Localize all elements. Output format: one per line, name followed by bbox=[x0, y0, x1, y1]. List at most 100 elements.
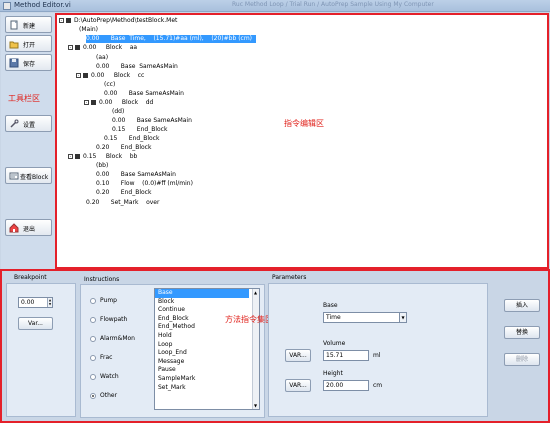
category-flowpath[interactable]: Flowpath bbox=[90, 316, 127, 323]
list-item[interactable]: SampleMark bbox=[155, 375, 259, 384]
block-icon bbox=[83, 73, 88, 78]
settings-button[interactable]: 设置 bbox=[5, 115, 52, 132]
chevron-down-icon[interactable]: ▼ bbox=[399, 313, 406, 322]
radio-icon bbox=[90, 316, 96, 323]
height-unit: cm bbox=[373, 382, 383, 389]
tree-row[interactable]: 0.00 Base SameAsMain bbox=[96, 171, 176, 179]
exit-button[interactable]: 退出 bbox=[5, 219, 52, 236]
open-button-label: 打开 bbox=[23, 42, 36, 49]
block-view-icon bbox=[9, 172, 19, 180]
category-watch[interactable]: Watch bbox=[90, 373, 119, 380]
list-item[interactable]: Set_Mark bbox=[155, 384, 259, 393]
list-item[interactable]: Message bbox=[155, 358, 259, 367]
replace-button[interactable]: 替换 bbox=[504, 326, 540, 339]
parameters-label: Parameters bbox=[272, 274, 307, 281]
tree-row-selected[interactable]: 0.00 Base Time, (15.71)#aa (ml), (20)#bb… bbox=[86, 35, 257, 43]
folder-icon bbox=[9, 41, 19, 49]
volume-var-button[interactable]: VAR... bbox=[285, 349, 311, 362]
breakpoint-label: Breakpoint bbox=[14, 274, 47, 281]
new-button-label: 新建 bbox=[23, 23, 36, 30]
radio-icon bbox=[90, 335, 96, 342]
block-icon bbox=[75, 154, 80, 159]
tree-row[interactable]: 0.00 Base SameAsMain bbox=[104, 90, 184, 98]
list-scrollbar[interactable]: ▲ ▼ bbox=[252, 289, 259, 409]
editor-area-annotation: 指令编辑区 bbox=[284, 119, 324, 128]
app-icon bbox=[3, 2, 11, 10]
background-window-title: Ruc Method Loop / Trial Run / AutoPrep S… bbox=[232, 1, 434, 8]
base-label: Base bbox=[323, 302, 338, 309]
tree-row-text: 0.15 Block bb bbox=[83, 153, 138, 160]
tree-row[interactable]: 0.20 End_Block bbox=[96, 144, 151, 152]
block-icon bbox=[91, 100, 96, 105]
list-item[interactable]: Loop bbox=[155, 341, 259, 350]
height-var-button[interactable]: VAR... bbox=[285, 379, 311, 392]
category-alarm-mon[interactable]: Alarm&Mon bbox=[90, 335, 135, 342]
file-icon bbox=[66, 18, 71, 23]
category-pump[interactable]: Pump bbox=[90, 297, 117, 304]
tree-row-block[interactable]: - 0.00 Block aa bbox=[68, 44, 137, 52]
save-button[interactable]: 保存 bbox=[5, 54, 52, 71]
collapse-icon[interactable]: - bbox=[84, 100, 89, 105]
breakpoint-input[interactable]: 0.00 ▲ ▼ bbox=[18, 297, 53, 308]
height-label: Height bbox=[323, 370, 343, 377]
tree-row[interactable]: 0.20 End_Block bbox=[96, 189, 151, 197]
new-button[interactable]: 新建 bbox=[5, 16, 52, 33]
toolbar-area-annotation: 工具栏区 bbox=[8, 94, 40, 103]
exit-button-label: 退出 bbox=[23, 226, 36, 233]
radio-selected-icon bbox=[90, 392, 96, 399]
scroll-down-icon[interactable]: ▼ bbox=[254, 403, 257, 408]
tree-row-block[interactable]: - 0.00 Block dd bbox=[84, 99, 153, 107]
category-frac[interactable]: Frac bbox=[90, 354, 112, 361]
delete-button[interactable]: 删除 bbox=[504, 353, 540, 366]
parameters-panel: Base Time ▼ Volume VAR... 15.71 ml Heigh… bbox=[268, 283, 488, 417]
tree-row[interactable]: 0.15 End_Block bbox=[104, 135, 159, 143]
height-input[interactable]: 20.00 bbox=[323, 380, 369, 391]
instruction-list[interactable]: Base Block Continue End_Block End_Method… bbox=[154, 288, 260, 410]
tree-row[interactable]: (bb) bbox=[96, 162, 108, 170]
settings-icon bbox=[10, 119, 19, 128]
tree-row-block[interactable]: - 0.00 Block cc bbox=[76, 72, 144, 80]
tree-row[interactable]: (dd) bbox=[112, 108, 124, 116]
window-title: Method Editor.vi bbox=[14, 1, 71, 9]
tree-row[interactable]: 0.00 Base SameAsMain bbox=[96, 63, 178, 71]
exit-icon bbox=[9, 223, 19, 233]
volume-input[interactable]: 15.71 bbox=[323, 350, 369, 361]
collapse-icon[interactable]: - bbox=[76, 73, 81, 78]
list-item[interactable]: Block bbox=[155, 298, 259, 307]
list-item[interactable]: Loop_End bbox=[155, 349, 259, 358]
collapse-icon[interactable]: - bbox=[68, 154, 73, 159]
tree-row[interactable]: (cc) bbox=[104, 81, 115, 89]
base-value: Time bbox=[326, 314, 341, 321]
tree-row[interactable]: (aa) bbox=[96, 54, 108, 62]
tree-row[interactable]: 0.00 Base SameAsMain bbox=[112, 117, 192, 125]
settings-button-label: 设置 bbox=[23, 122, 36, 129]
tree-row[interactable]: 0.10 Flow (0.0)#ff (ml/min) bbox=[96, 180, 193, 188]
category-label: Flowpath bbox=[100, 316, 128, 323]
insert-button[interactable]: 插入 bbox=[504, 299, 540, 312]
title-bar: Method Editor.vi Ruc Method Loop / Trial… bbox=[0, 0, 550, 12]
list-item[interactable]: Pause bbox=[155, 366, 259, 375]
collapse-icon[interactable]: - bbox=[68, 45, 73, 50]
open-button[interactable]: 打开 bbox=[5, 35, 52, 52]
new-file-icon bbox=[10, 20, 18, 30]
category-other[interactable]: Other bbox=[90, 392, 117, 399]
breakpoint-var-button[interactable]: Var... bbox=[18, 317, 53, 330]
list-item[interactable]: Hold bbox=[155, 332, 259, 341]
tree-row-block[interactable]: - 0.15 Block bb bbox=[68, 153, 137, 161]
volume-unit: ml bbox=[373, 352, 381, 359]
category-label: Alarm&Mon bbox=[100, 335, 135, 342]
category-label: Frac bbox=[100, 354, 113, 361]
scroll-up-icon[interactable]: ▲ bbox=[254, 290, 257, 295]
breakpoint-panel: 0.00 ▲ ▼ Var... bbox=[6, 283, 76, 417]
tree-row[interactable]: 0.15 End_Block bbox=[112, 126, 167, 134]
instruction-editor[interactable]: - D:\AutoPrep\Method\testBlock.Met (Main)… bbox=[55, 13, 549, 269]
spin-arrows-icon[interactable]: ▲ ▼ bbox=[47, 298, 52, 307]
category-label: Pump bbox=[100, 297, 117, 304]
tree-root-row[interactable]: - D:\AutoPrep\Method\testBlock.Met bbox=[59, 17, 177, 25]
list-item-selected[interactable]: Base bbox=[155, 289, 249, 298]
tree-row[interactable]: 0.20 Set_Mark over bbox=[86, 199, 159, 207]
base-select[interactable]: Time ▼ bbox=[323, 312, 407, 323]
collapse-icon[interactable]: - bbox=[59, 18, 64, 23]
view-block-button[interactable]: 查看Block bbox=[5, 167, 52, 184]
tree-row[interactable]: (Main) bbox=[79, 26, 98, 34]
